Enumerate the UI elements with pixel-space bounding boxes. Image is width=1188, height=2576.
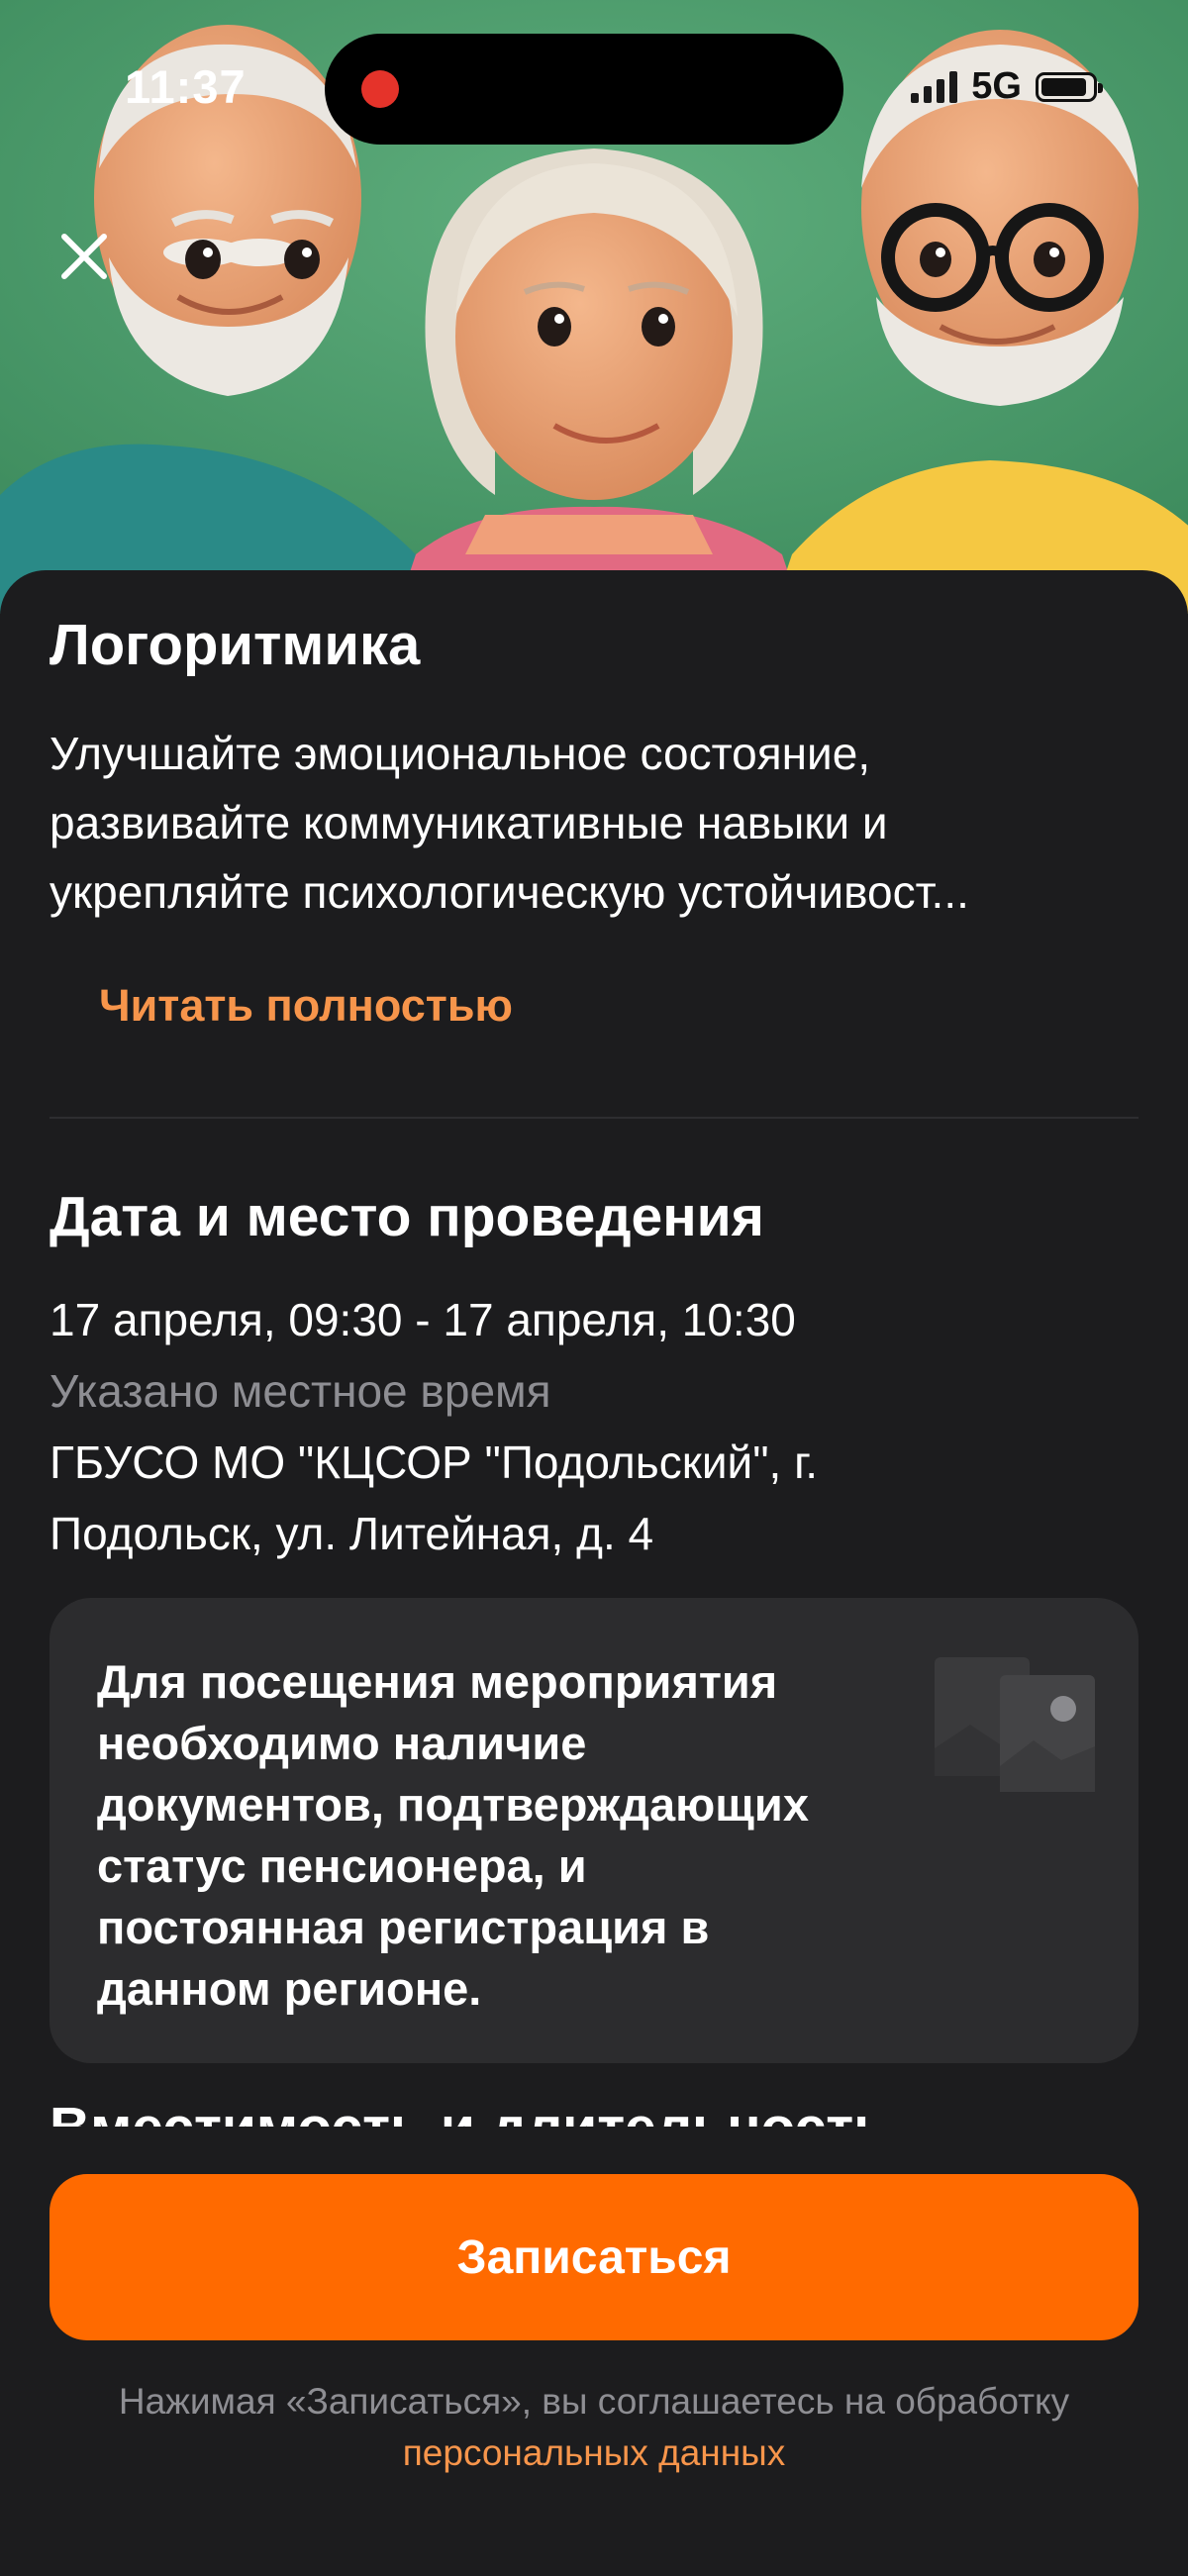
- read-more-link[interactable]: Читать полностью: [99, 980, 513, 1032]
- status-time: 11:37: [125, 60, 247, 113]
- notice-line: Для посещения мероприятия: [97, 1655, 778, 1708]
- notice-line: постоянная регистрация в: [97, 1901, 710, 1953]
- notice-line: данном регионе.: [97, 1962, 482, 2015]
- close-icon: [61, 234, 107, 279]
- description-line: развивайте коммуникативные навыки и: [50, 797, 888, 848]
- timezone-note: Указано местное время: [50, 1365, 551, 1417]
- close-button[interactable]: [50, 222, 119, 291]
- notice-text: Для посещения мероприятия необходимо нал…: [97, 1651, 948, 2020]
- signal-bar: [949, 70, 958, 103]
- event-address-line: Подольск, ул. Литейная, д. 4: [50, 1508, 654, 1559]
- dynamic-island: [325, 34, 843, 145]
- network-type: 5G: [971, 65, 1022, 107]
- requirements-notice-card: Для посещения мероприятия необходимо нал…: [50, 1598, 1138, 2063]
- bottom-action-bar: Записаться Нажимая «Записаться», вы согл…: [0, 2127, 1188, 2576]
- notice-line: необходимо наличие: [97, 1717, 587, 1769]
- signup-button[interactable]: Записаться: [50, 2174, 1138, 2340]
- consent-notice: Нажимая «Записаться», вы соглашаетесь на…: [0, 2376, 1188, 2479]
- recording-indicator-icon: [361, 70, 399, 108]
- personal-data-link[interactable]: персональных данных: [0, 2427, 1188, 2479]
- notice-line: статус пенсионера, и: [97, 1839, 587, 1892]
- description-line: Улучшайте эмоциональное состояние,: [50, 728, 871, 779]
- battery-level-fill: [1041, 77, 1086, 96]
- notice-line: документов, подтверждающих: [97, 1778, 809, 1831]
- signal-bar: [924, 85, 933, 103]
- event-title: Логоритмика: [50, 613, 421, 677]
- signal-bar: [911, 92, 920, 103]
- section-divider: [50, 1117, 1138, 1119]
- schedule-section-title: Дата и место проведения: [50, 1185, 764, 1248]
- signal-bar: [937, 78, 945, 103]
- signal-strength-icon: [911, 70, 958, 103]
- event-datetime: 17 апреля, 09:30 - 17 апреля, 10:30: [50, 1294, 796, 1345]
- documents-icon: [931, 1653, 1099, 1807]
- battery-icon: [1036, 71, 1103, 102]
- event-details-sheet[interactable]: Логоритмика Улучшайте эмоциональное сост…: [0, 570, 1188, 2134]
- event-address-line: ГБУСО МО "КЦСОР "Подольский", г.: [50, 1437, 819, 1488]
- status-indicators: 5G: [911, 65, 1103, 108]
- event-details-screen: 11:37 5G Логоритмика Улучшайте эмоционал…: [0, 0, 1188, 2576]
- consent-text: Нажимая «Записаться», вы соглашаетесь на…: [118, 2381, 1070, 2422]
- event-description: Улучшайте эмоциональное состояние, разви…: [50, 719, 1148, 927]
- description-line: укрепляйте психологическую устойчивост..…: [50, 866, 969, 918]
